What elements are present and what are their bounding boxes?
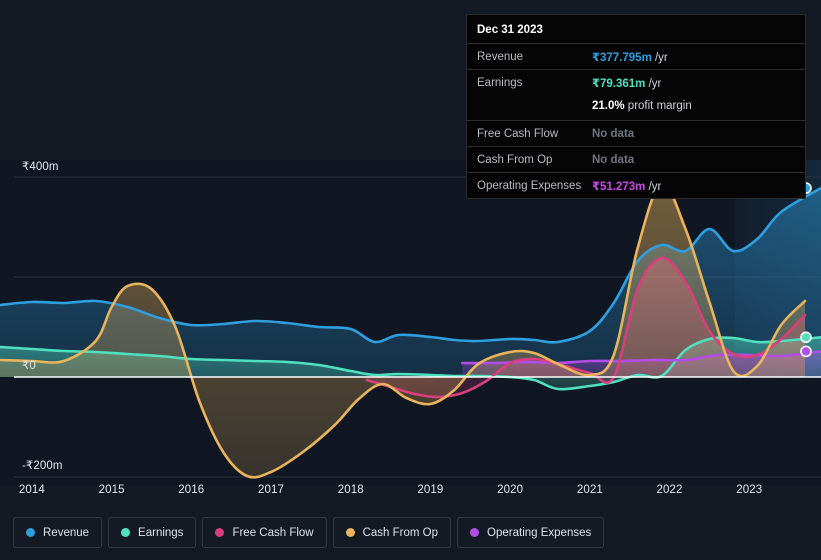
legend-item-revenue[interactable]: Revenue [13,517,103,548]
legend-item-operating-expenses[interactable]: Operating Expenses [457,517,605,548]
tooltip-row-value: ₹377.795m /yr [592,50,668,64]
tooltip-row: Free Cash Flow No data [467,120,805,146]
tooltip-value-unit: /yr [645,77,662,90]
tooltip-row-value: No data [592,128,634,140]
legend-item-earnings[interactable]: Earnings [108,517,197,548]
legend-item-label: Cash From Op [362,526,439,539]
tooltip-value-number: No data [592,153,635,166]
tooltip-row-label: Cash From Op [477,153,553,166]
legend-color-dot-icon [215,528,225,537]
x-axis-tick: 2015 [98,484,125,496]
x-axis-tick: 2017 [258,484,284,496]
legend-color-dot-icon [26,528,35,537]
legend-item-cash-from-op[interactable]: Cash From Op [332,517,452,548]
tooltip-value-unit: /yr [651,51,668,64]
chart-page: ₹400m ₹0 -₹200m 2014 2015 2016 2017 2018 2019 20… [0,0,821,560]
legend-item-label: Revenue [43,526,90,539]
legend-color-dot-icon [121,528,131,537]
tooltip-value-number: 21.0% [592,99,625,112]
tooltip-value-unit: profit margin [624,99,692,112]
tooltip-rows: Revenue ₹377.795m /yr Earnings ₹79.361m /yr… [467,43,805,198]
legend-color-dot-icon [345,528,355,537]
legend-item-label: Earnings [138,526,184,539]
tooltip-row-label: Free Cash Flow [477,127,559,140]
legend-item-label: Operating Expenses [487,526,592,539]
legend-item-free-cash-flow[interactable]: Free Cash Flow [202,517,327,548]
tooltip-row-label: Operating Expenses [477,179,582,192]
tooltip-value-number: No data [592,127,635,140]
tooltip-value-number: ₹79.361m [592,77,646,90]
x-axis-tick: 2020 [497,484,524,496]
x-axis-tick: 2022 [656,484,683,496]
x-axis-tick: 2014 [18,484,45,496]
tooltip-value-unit: /yr [645,180,662,193]
tooltip-row-value: ₹51.273m /yr [592,179,661,193]
x-axis-tick: 2023 [736,484,763,496]
tooltip-date: Dec 31 2023 [477,24,543,36]
y-axis-tick: ₹0 [22,360,36,372]
tooltip-row-value: No data [592,154,634,166]
tooltip-row-value: 21.0% profit margin [592,100,692,112]
data-tooltip: Dec 31 2023 Revenue ₹377.795m /yr Earnings… [466,14,806,199]
tooltip-row: Earnings ₹79.361m /yr [467,69,805,95]
tooltip-row: Revenue ₹377.795m /yr [467,43,805,69]
x-axis-tick: 2021 [576,484,603,496]
x-axis-tick: 2019 [417,484,444,496]
tooltip-row-value: ₹79.361m /yr [592,76,661,90]
y-axis-tick: -₹200m [22,460,63,472]
chart-legend: Revenue Earnings Free Cash Flow Cash From O… [0,505,821,560]
tooltip-value-number: ₹377.795m [592,51,652,64]
y-axis-tick: ₹400m [22,161,59,173]
legend-color-dot-icon [470,528,480,537]
tooltip-row: Operating Expenses ₹51.273m /yr [467,172,805,198]
legend-item-label: Free Cash Flow [232,526,314,539]
tooltip-row-label: Earnings [477,76,523,89]
x-axis-tick: 2018 [337,484,364,496]
tooltip-row: 21.0% profit margin [467,95,805,120]
tooltip-row-label: Revenue [477,50,524,63]
tooltip-row: Cash From Op No data [467,146,805,172]
x-axis-tick: 2016 [178,484,205,496]
tooltip-value-number: ₹51.273m [592,180,646,193]
